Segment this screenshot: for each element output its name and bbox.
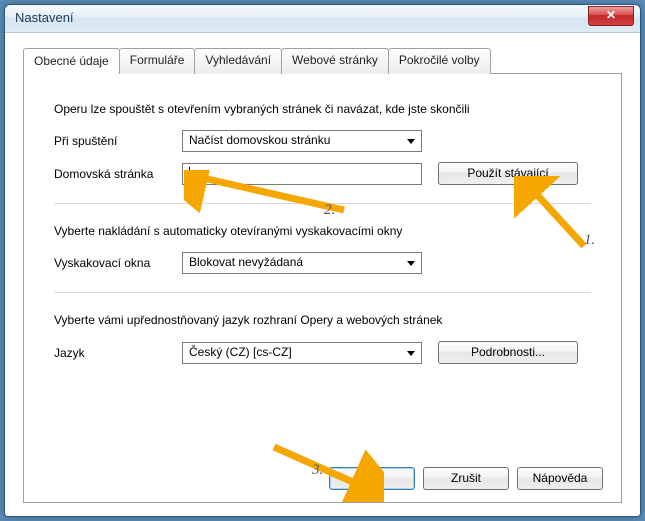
tab-forms[interactable]: Formuláře xyxy=(119,48,196,74)
use-current-button[interactable]: Použít stávající xyxy=(438,162,578,185)
details-button[interactable]: Podrobnosti... xyxy=(438,341,578,364)
popup-section-text: Vyberte nakládání s automaticky otevíran… xyxy=(54,224,591,238)
divider-1 xyxy=(54,203,591,204)
help-button[interactable]: Nápověda xyxy=(517,467,603,490)
homepage-input[interactable] xyxy=(182,163,422,185)
startup-section-text: Operu lze spouštět s otevřením vybraných… xyxy=(54,102,591,116)
popup-select-value: Blokovat nevyžádaná xyxy=(189,255,303,269)
language-select-value: Český (CZ) [cs-CZ] xyxy=(189,345,292,359)
annotation-3: 3. xyxy=(312,462,323,479)
settings-window: Nastavení ✕ Obecné údaje Formuláře Vyhle… xyxy=(4,4,641,517)
divider-2 xyxy=(54,292,591,293)
language-label: Jazyk xyxy=(54,346,182,360)
startup-select-value: Načíst domovskou stránku xyxy=(189,133,330,147)
titlebar: Nastavení ✕ xyxy=(5,5,640,33)
dialog-footer: OK Zrušit Nápověda xyxy=(329,467,603,490)
startup-select[interactable]: Načíst domovskou stránku xyxy=(182,130,422,152)
tab-advanced[interactable]: Pokročilé volby xyxy=(388,48,491,74)
ok-button[interactable]: OK xyxy=(329,467,415,490)
startup-label: Při spuštění xyxy=(54,134,182,148)
tab-general[interactable]: Obecné údaje xyxy=(23,48,120,74)
tab-search[interactable]: Vyhledávání xyxy=(194,48,282,74)
popup-select[interactable]: Blokovat nevyžádaná xyxy=(182,252,422,274)
popup-label: Vyskakovací okna xyxy=(54,256,182,270)
homepage-label: Domovská stránka xyxy=(54,167,182,181)
language-select[interactable]: Český (CZ) [cs-CZ] xyxy=(182,342,422,364)
language-section-text: Vyberte vámi upřednostňovaný jazyk rozhr… xyxy=(54,313,591,327)
cancel-button[interactable]: Zrušit xyxy=(423,467,509,490)
close-icon: ✕ xyxy=(606,8,616,22)
tab-panel-general: Operu lze spouštět s otevřením vybraných… xyxy=(23,73,622,503)
tab-row: Obecné údaje Formuláře Vyhledávání Webov… xyxy=(23,48,622,74)
text-caret xyxy=(189,167,190,181)
arrow-1-icon xyxy=(514,176,594,256)
tab-webpages[interactable]: Webové stránky xyxy=(281,48,389,74)
close-button[interactable]: ✕ xyxy=(588,6,634,26)
annotation-2: 2. xyxy=(324,202,335,219)
content-area: Obecné údaje Formuláře Vyhledávání Webov… xyxy=(5,33,640,516)
window-title: Nastavení xyxy=(15,10,74,25)
